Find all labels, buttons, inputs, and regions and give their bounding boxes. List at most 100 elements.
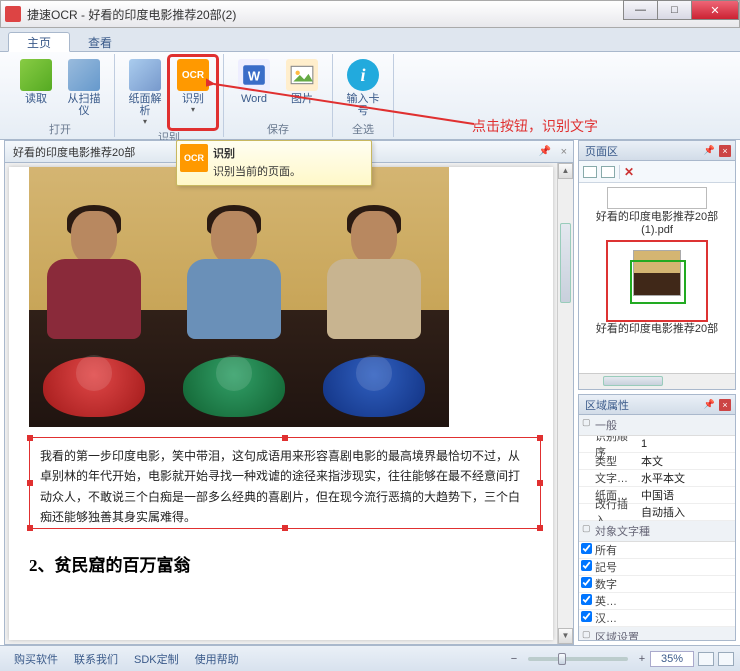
ribbon-tabstrip: 主页 查看: [0, 28, 740, 52]
document-tab-title: 好看的印度电影推荐20部: [13, 144, 135, 160]
document-heading: 2、贫民窟的百万富翁: [29, 551, 191, 576]
status-sdk[interactable]: SDK定制: [126, 651, 187, 667]
resize-handle[interactable]: [27, 480, 33, 486]
scanner-button[interactable]: 从扫描仪: [60, 56, 108, 121]
delete-page-icon[interactable]: ✕: [624, 165, 634, 179]
document-region: 好看的印度电影推荐20部 📌 × 我看的第一步印度电影，笑中带泪，这句成语用来形…: [4, 140, 574, 645]
ocr-button[interactable]: OCR 识别 ▾: [169, 56, 217, 129]
ribbon-group-recognize: 纸面解析 ▾ OCR 识别 ▾ 识别: [115, 54, 224, 137]
scanner-icon: [68, 59, 100, 91]
prop-row[interactable]: 识别顺序1: [579, 436, 735, 453]
ocr-icon: OCR: [180, 144, 208, 172]
pin-icon[interactable]: 📌: [704, 399, 715, 410]
ocr-selection-box[interactable]: 我看的第一步印度电影，笑中带泪，这句成语用来形容喜剧电影的最高境界最恰切不过，从…: [29, 437, 541, 529]
pin-icon[interactable]: 📌: [704, 145, 715, 156]
tooltip-title: 识别: [213, 145, 365, 161]
resize-handle[interactable]: [282, 435, 288, 441]
info-icon: i: [347, 59, 379, 91]
title-bar: 捷速OCR - 好看的印度电影推荐20部(2) — □ ✕: [0, 0, 740, 28]
resize-handle[interactable]: [537, 480, 543, 486]
prop-row[interactable]: 所有: [579, 542, 735, 559]
resize-handle[interactable]: [537, 525, 543, 531]
document-image: [29, 167, 449, 427]
prop-row[interactable]: 改行插入自动插入: [579, 504, 735, 521]
pages-panel: 页面区 📌 × ✕ 好看的印度电影推荐20部(1).pdf: [578, 140, 736, 390]
pages-panel-header: 页面区 📌 ×: [579, 141, 735, 161]
minimize-button[interactable]: —: [623, 0, 657, 20]
checkbox-en[interactable]: [581, 594, 592, 605]
checkbox-symbol[interactable]: [581, 560, 592, 571]
input-card-button[interactable]: i 输入卡号: [339, 56, 387, 121]
zoom-knob[interactable]: [558, 653, 566, 665]
ribbon-group-open: 读取 从扫描仪 打开: [6, 54, 115, 137]
prop-row[interactable]: 汉…: [579, 610, 735, 627]
status-contact[interactable]: 联系我们: [66, 651, 126, 667]
close-panel-icon[interactable]: ×: [719, 399, 731, 411]
prop-category-region[interactable]: 区域设置: [579, 627, 735, 640]
zoom-slider[interactable]: [528, 657, 628, 661]
resize-handle[interactable]: [282, 525, 288, 531]
selected-paragraph: 我看的第一步印度电影，笑中带泪，这句成语用来形容喜剧电影的最高境界最恰切不过，从…: [40, 449, 520, 524]
checkbox-all[interactable]: [581, 543, 592, 554]
resize-handle[interactable]: [27, 525, 33, 531]
close-tab-icon[interactable]: ×: [561, 146, 567, 158]
annotation-text: 点击按钮，识别文字: [472, 116, 598, 136]
prop-category-charset[interactable]: 対象文字種: [579, 521, 735, 542]
view-mode-1-icon[interactable]: [698, 652, 714, 666]
checkbox-digit[interactable]: [581, 577, 592, 588]
view-mode-2-icon[interactable]: [718, 652, 734, 666]
resize-handle[interactable]: [27, 435, 33, 441]
scroll-down-button[interactable]: ▼: [558, 628, 573, 644]
zoom-in-button[interactable]: +: [634, 653, 650, 665]
read-icon: [20, 59, 52, 91]
ribbon-group-save: W Word 图片 保存: [224, 54, 333, 137]
chevron-down-icon: ▾: [191, 105, 195, 114]
ocr-tooltip: OCR 识别 识别当前的页面。: [176, 140, 372, 186]
save-word-button[interactable]: W Word: [230, 56, 278, 121]
pin-icon[interactable]: 📌: [539, 146, 551, 157]
prop-row[interactable]: 英…: [579, 593, 735, 610]
word-icon: W: [238, 59, 270, 91]
vertical-scrollbar[interactable]: ▲ ▼: [557, 163, 573, 644]
scroll-thumb[interactable]: [560, 223, 571, 303]
tab-view[interactable]: 查看: [70, 32, 130, 52]
parse-button[interactable]: 纸面解析 ▾: [121, 56, 169, 129]
thumbnail-item[interactable]: 好看的印度电影推荐20部: [583, 241, 731, 336]
multi-page-icon[interactable]: [601, 166, 615, 178]
scroll-up-button[interactable]: ▲: [558, 163, 573, 179]
resize-handle[interactable]: [537, 435, 543, 441]
tab-home[interactable]: 主页: [8, 32, 70, 52]
save-picture-button[interactable]: 图片: [278, 56, 326, 121]
prop-row[interactable]: 类型本文: [579, 453, 735, 470]
prop-row[interactable]: 記号: [579, 559, 735, 576]
thumbnail-item[interactable]: 好看的印度电影推荐20部(1).pdf: [583, 187, 731, 237]
status-help[interactable]: 使用帮助: [187, 651, 247, 667]
pages-toolbar: ✕: [579, 161, 735, 183]
horizontal-scrollbar[interactable]: [579, 373, 735, 389]
app-icon: [5, 6, 21, 22]
maximize-button[interactable]: □: [657, 0, 691, 20]
document-canvas[interactable]: 我看的第一步印度电影，笑中带泪，这句成语用来形容喜剧电影的最高境界最恰切不过，从…: [5, 163, 573, 644]
checkbox-han[interactable]: [581, 611, 592, 622]
page: 我看的第一步印度电影，笑中带泪，这句成语用来形容喜剧电影的最高境界最恰切不过，从…: [9, 167, 553, 640]
properties-panel: 区域属性 📌 × 一般 识别顺序1 类型本文 文字…水平本文 纸面…中国语 改行…: [578, 394, 736, 641]
read-button[interactable]: 读取: [12, 56, 60, 121]
ocr-icon: OCR: [177, 59, 209, 91]
prop-category-general[interactable]: 一般: [579, 415, 735, 436]
close-button[interactable]: ✕: [691, 0, 739, 20]
prop-row[interactable]: 文字…水平本文: [579, 470, 735, 487]
status-buy[interactable]: 购买软件: [6, 651, 66, 667]
chevron-down-icon: ▾: [143, 117, 147, 126]
zoom-out-button[interactable]: −: [506, 653, 522, 665]
properties-grid: 一般 识别顺序1 类型本文 文字…水平本文 纸面…中国语 改行插入自动插入 対象…: [579, 415, 735, 640]
prop-row[interactable]: 数字: [579, 576, 735, 593]
close-panel-icon[interactable]: ×: [719, 145, 731, 157]
single-page-icon[interactable]: [583, 166, 597, 178]
scroll-thumb[interactable]: [603, 376, 663, 386]
picture-icon: [286, 59, 318, 91]
page-thumbnails: 好看的印度电影推荐20部(1).pdf 好看的印度电影推荐20部: [579, 183, 735, 373]
tooltip-body: 识别当前的页面。: [213, 163, 365, 179]
status-bar: 购买软件 联系我们 SDK定制 使用帮助 − + 35%: [0, 645, 740, 671]
page-analysis-icon: [129, 59, 161, 91]
zoom-value[interactable]: 35%: [650, 651, 694, 667]
